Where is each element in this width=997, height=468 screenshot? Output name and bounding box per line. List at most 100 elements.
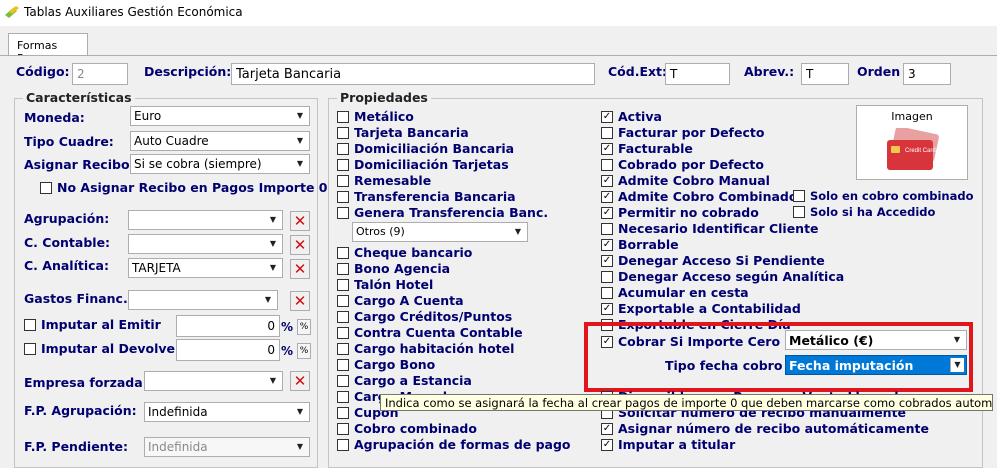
agrupacion-select[interactable]: ▼ <box>128 210 283 230</box>
checkbox-box[interactable] <box>337 374 349 387</box>
property-checkbox[interactable]: Talón Hotel <box>337 277 433 292</box>
c-analitica-select[interactable]: TARJETA ▼ <box>128 258 283 278</box>
imputar-devolver-checkbox[interactable]: Imputar al Devolver <box>24 341 181 356</box>
checkbox-box[interactable] <box>337 294 349 307</box>
checkbox-box[interactable] <box>337 262 349 275</box>
property-checkbox[interactable]: Cobro combinado <box>337 421 477 436</box>
checkbox-box[interactable] <box>40 181 52 194</box>
imputar-emitir-field[interactable]: 0 <box>176 315 280 337</box>
solo-accedido-checkbox[interactable]: Solo si ha Accedido <box>793 205 935 219</box>
property-checkbox[interactable]: ✓ Permitir no cobrado <box>601 205 759 220</box>
clear-agrupacion-button[interactable]: ✕ <box>290 211 310 231</box>
property-checkbox[interactable]: Cargo A Cuenta <box>337 293 464 308</box>
property-checkbox[interactable]: ✓ Denegar Acceso Si Pendiente <box>601 253 825 268</box>
checkbox-box[interactable] <box>24 318 36 331</box>
clear-gastos-button[interactable]: ✕ <box>290 291 310 311</box>
codext-field[interactable]: T <box>665 63 730 85</box>
property-checkbox[interactable]: ✓ Activa <box>601 109 662 124</box>
checkbox-box[interactable] <box>601 126 613 139</box>
checkbox-box[interactable] <box>337 126 349 139</box>
percent-toggle-button[interactable]: % <box>297 343 311 359</box>
property-checkbox[interactable]: Acumular en cesta <box>601 285 749 300</box>
gastos-financ-select[interactable]: ▼ <box>128 290 278 310</box>
c-contable-select[interactable]: ▼ <box>128 234 283 254</box>
checkbox-box[interactable]: ✓ <box>601 174 613 187</box>
abrev-field[interactable]: T <box>801 63 849 85</box>
checkbox-box[interactable]: ✓ <box>601 422 613 435</box>
checkbox-box[interactable] <box>337 422 349 435</box>
no-asignar-recibo-checkbox[interactable]: No Asignar Recibo en Pagos Importe 0 <box>40 180 327 195</box>
otros-select[interactable]: Otros (9) ▼ <box>352 222 528 242</box>
checkbox-box[interactable] <box>337 326 349 339</box>
property-checkbox[interactable]: ✓ Facturable <box>601 141 693 156</box>
orden-field[interactable]: 3 <box>903 63 951 85</box>
checkbox-box[interactable]: ✓ <box>601 438 613 451</box>
property-checkbox[interactable]: ✓ Admite Cobro Manual <box>601 173 770 188</box>
clear-c-contable-button[interactable]: ✕ <box>290 235 310 255</box>
imputar-emitir-checkbox[interactable]: Imputar al Emitir <box>24 317 161 332</box>
clear-empresa-button[interactable]: ✕ <box>290 371 310 391</box>
checkbox-box[interactable] <box>793 190 805 202</box>
property-checkbox[interactable]: Remesable <box>337 173 431 188</box>
property-checkbox[interactable]: ✓ Asignar número de recibo automáticament… <box>601 421 929 436</box>
checkbox-box[interactable] <box>337 142 349 155</box>
property-checkbox[interactable]: ✓ Imputar a titular <box>601 437 735 452</box>
checkbox-box[interactable] <box>337 342 349 355</box>
checkbox-box[interactable] <box>337 110 349 123</box>
property-checkbox[interactable]: ✓ Borrable <box>601 237 679 252</box>
checkbox-box[interactable]: ✓ <box>601 110 613 123</box>
codigo-field[interactable]: 2 <box>72 63 128 85</box>
checkbox-box[interactable] <box>337 278 349 291</box>
checkbox-box[interactable] <box>337 358 349 371</box>
checkbox-box[interactable]: ✓ <box>601 302 613 315</box>
property-checkbox[interactable]: Facturar por Defecto <box>601 125 764 140</box>
property-checkbox[interactable]: Denegar Acceso según Analítica <box>601 269 844 284</box>
solo-combinado-checkbox[interactable]: Solo en cobro combinado <box>793 189 974 203</box>
checkbox-box[interactable] <box>337 390 349 403</box>
checkbox-box[interactable] <box>24 342 36 355</box>
checkbox-box[interactable] <box>337 438 349 451</box>
tab-formas-pago[interactable]: Formas Pago <box>8 33 88 65</box>
property-checkbox[interactable]: Agrupación de formas de pago <box>337 437 571 452</box>
clear-c-analitica-button[interactable]: ✕ <box>290 259 310 279</box>
descripcion-field[interactable]: Tarjeta Bancaria <box>231 63 595 85</box>
checkbox-box[interactable] <box>337 406 349 419</box>
property-checkbox[interactable]: ✓ Exportable a Contabilidad <box>601 301 801 316</box>
checkbox-box[interactable]: ✓ <box>601 206 613 219</box>
asignar-recibo-select[interactable]: Si se cobra (siempre) ▼ <box>130 154 310 174</box>
checkbox-box[interactable] <box>601 286 613 299</box>
checkbox-box[interactable] <box>601 158 613 171</box>
property-checkbox[interactable]: Genera Transferencia Banc. <box>337 205 548 220</box>
property-checkbox[interactable]: Cargo Bono <box>337 357 435 372</box>
checkbox-box[interactable] <box>337 190 349 203</box>
property-checkbox[interactable]: Cargo a Estancia <box>337 373 472 388</box>
checkbox-box[interactable] <box>337 158 349 171</box>
tipo-cuadre-select[interactable]: Auto Cuadre ▼ <box>130 131 310 151</box>
checkbox-box[interactable] <box>601 222 613 235</box>
property-checkbox[interactable]: Necesario Identificar Cliente <box>601 221 819 236</box>
checkbox-box[interactable]: ✓ <box>601 190 613 203</box>
property-checkbox[interactable]: Bono Agencia <box>337 261 450 276</box>
property-checkbox[interactable]: Cargo habitación hotel <box>337 341 514 356</box>
percent-toggle-button[interactable]: % <box>297 319 311 335</box>
imagen-box[interactable]: Imagen Credit Card <box>856 105 968 180</box>
checkbox-box[interactable]: ✓ <box>601 254 613 267</box>
property-checkbox[interactable]: Domiciliación Bancaria <box>337 141 514 156</box>
property-checkbox[interactable]: Cargo Créditos/Puntos <box>337 309 512 324</box>
imputar-devolver-field[interactable]: 0 <box>176 339 280 361</box>
checkbox-box[interactable]: ✓ <box>601 142 613 155</box>
checkbox-box[interactable] <box>337 310 349 323</box>
moneda-select[interactable]: Euro ▼ <box>130 106 310 126</box>
property-checkbox[interactable]: Metálico <box>337 109 414 124</box>
empresa-forzada-select[interactable]: ▼ <box>144 371 283 391</box>
property-checkbox[interactable]: Transferencia Bancaria <box>337 189 516 204</box>
property-checkbox[interactable]: Cheque bancario <box>337 245 472 260</box>
property-checkbox[interactable]: Domiciliación Tarjetas <box>337 157 509 172</box>
checkbox-box[interactable] <box>793 206 805 218</box>
property-checkbox[interactable]: Tarjeta Bancaria <box>337 125 469 140</box>
checkbox-box[interactable] <box>601 270 613 283</box>
property-checkbox[interactable]: ✓ Admite Cobro Combinado <box>601 189 797 204</box>
checkbox-box[interactable] <box>337 174 349 187</box>
checkbox-box[interactable] <box>337 246 349 259</box>
checkbox-box[interactable]: ✓ <box>601 238 613 251</box>
